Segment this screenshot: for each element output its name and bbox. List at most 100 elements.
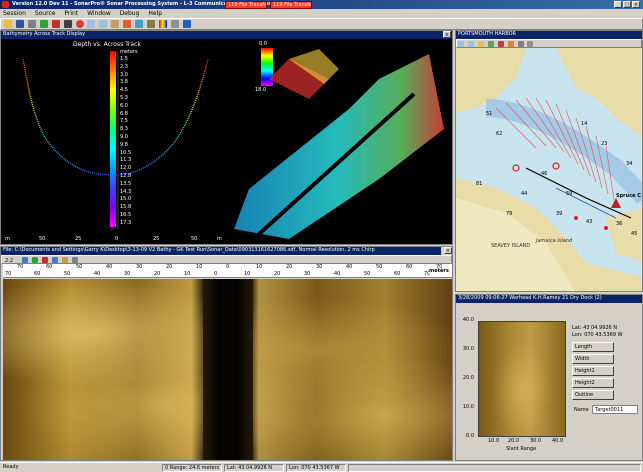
target-image[interactable]	[478, 321, 566, 437]
zoom-level[interactable]: 2:2	[5, 258, 13, 264]
ruler-bottom-row: 70 60 50 40 30 20 10 0 10 20 30 40 50 60…	[3, 271, 452, 278]
x-tick: 40.0	[552, 438, 564, 444]
x-axis-right-unit: m	[217, 236, 222, 242]
depth-labels: 1.5 2.3 3.0 3.8 4.5 5.3 6.0 6.8 7.5 8.3 …	[120, 56, 131, 228]
length-button[interactable]: Length	[572, 342, 614, 352]
height2-button[interactable]: Height2	[572, 378, 614, 388]
gain-icon[interactable]	[147, 20, 156, 28]
ruler-tick: 70	[5, 271, 12, 277]
sidescan-waterfall[interactable]	[3, 279, 452, 460]
sonar-file-window: File: C:\Documents and Settings\Garry K\…	[0, 246, 453, 461]
menu-source[interactable]: Source	[35, 10, 56, 17]
chart-settings-icon[interactable]	[527, 41, 534, 47]
depth-profile-plot[interactable]: Depth vs. Across Track meters 1.5 2.3 3.…	[3, 39, 225, 237]
ruler-tick: 30	[316, 264, 323, 270]
ruler-tick: 50	[376, 264, 383, 270]
file-transfer-indicator-2[interactable]: 119 File Transfer = 0	[270, 1, 312, 9]
target-icon[interactable]	[123, 20, 132, 28]
depth-label: 12.8	[120, 172, 132, 179]
width-button[interactable]: Width	[572, 354, 614, 364]
depth-label: 11.3	[120, 157, 132, 164]
chart-layer-icon[interactable]	[487, 41, 494, 47]
open-icon[interactable]	[4, 20, 12, 28]
menu-session[interactable]: Session	[3, 10, 26, 17]
nautical-chart[interactable]	[456, 48, 643, 292]
sounding: 62	[496, 131, 503, 137]
outline-button[interactable]: Outline	[572, 390, 614, 400]
chart-zoom-in-icon[interactable]	[458, 41, 464, 47]
ruler-tick: 10	[244, 271, 251, 277]
swath-3d-view[interactable]: 0.0 18.0	[229, 39, 452, 244]
y-tick: 40.0	[462, 317, 474, 323]
height1-button[interactable]: Height1	[572, 366, 614, 376]
menu-window[interactable]: Window	[87, 10, 111, 17]
x-tick: 50	[191, 236, 198, 242]
bathymetry-title: Bathymetry Across Track Display	[3, 31, 86, 37]
zoom-in-icon[interactable]	[87, 20, 96, 28]
maximize-button[interactable]: □	[623, 1, 631, 8]
settings-icon[interactable]	[170, 20, 179, 28]
chart-icon[interactable]	[135, 20, 144, 28]
depth-label: 6.8	[120, 110, 128, 117]
chart-zoom-out-icon[interactable]	[467, 41, 474, 47]
chart-pan-icon[interactable]	[477, 41, 484, 47]
close-button[interactable]: ×	[632, 1, 640, 8]
stop-file-icon[interactable]	[41, 257, 48, 263]
sounding: 43	[586, 219, 593, 225]
target-window: 3/28/2009 09:06:27 Warhead K.H.Ramey 21 …	[455, 294, 643, 461]
ruler-tick: 60	[394, 271, 401, 277]
zoom-out-icon[interactable]	[99, 20, 108, 28]
measure-file-icon[interactable]	[71, 257, 78, 263]
depth-label: 3.8	[120, 79, 128, 86]
play-icon[interactable]	[39, 20, 48, 28]
play-file-icon[interactable]	[31, 257, 38, 263]
bathymetry-close-button[interactable]: ×	[443, 31, 451, 38]
save-icon[interactable]	[15, 20, 24, 28]
sounding: 46	[541, 171, 548, 177]
y-tick: 20.0	[462, 375, 474, 381]
forward-icon[interactable]	[51, 257, 58, 263]
target-y-axis: 40.0 30.0 20.0 10.0 0.0	[458, 317, 476, 439]
gain-file-icon[interactable]	[61, 257, 68, 263]
app-logo-icon	[2, 1, 9, 8]
file-title-bar: File: C:\Documents and Settings\Garry K\…	[1, 247, 441, 255]
x-tick: 30.0	[530, 438, 542, 444]
depth-label: 2.3	[120, 63, 128, 70]
ruler-tick: 20	[286, 264, 293, 270]
ruler-tick: 40	[106, 264, 113, 270]
stop-icon[interactable]	[51, 20, 60, 28]
ruler-tick: 30	[136, 264, 143, 270]
depth-label: 3.0	[120, 71, 128, 78]
ruler-tick: 0	[226, 264, 230, 270]
file-transfer-indicator-1[interactable]: 119 File Transfer = 0	[225, 1, 267, 9]
sounding: 45	[631, 231, 638, 237]
depth-label: 16.5	[120, 211, 132, 218]
target-name-input[interactable]: Target0011	[592, 405, 638, 414]
ruler-tick: 40	[334, 271, 341, 277]
ruler-tick: 40	[94, 271, 101, 277]
file-close-button[interactable]: ×	[444, 247, 452, 254]
measure-icon[interactable]	[111, 20, 120, 28]
chart-target-icon[interactable]	[507, 41, 514, 47]
menu-debug[interactable]: Debug	[120, 10, 140, 17]
ruler-tick: 60	[46, 264, 53, 270]
ruler-tick: 70	[17, 264, 24, 270]
info-icon[interactable]	[182, 20, 191, 28]
menu-help[interactable]: Help	[148, 10, 162, 17]
ruler-tick: 30	[124, 271, 131, 277]
pause-icon[interactable]	[63, 20, 72, 28]
depth-label: 4.5	[120, 87, 128, 94]
ruler-tick: 30	[304, 271, 311, 277]
minimize-button[interactable]: _	[614, 1, 622, 8]
rewind-icon[interactable]	[21, 257, 28, 263]
menu-print[interactable]: Print	[64, 10, 78, 17]
chart-track-icon[interactable]	[497, 41, 504, 47]
chart-title: PORTSMOUTH HARBOR	[458, 31, 517, 37]
ruler-tick: 60	[406, 264, 413, 270]
x-tick: 0	[115, 236, 119, 242]
palette-icon[interactable]	[158, 20, 167, 28]
chart-print-icon[interactable]	[517, 41, 524, 47]
print-icon[interactable]	[27, 20, 36, 28]
record-icon[interactable]	[75, 20, 84, 28]
sounding: 59	[566, 191, 573, 197]
